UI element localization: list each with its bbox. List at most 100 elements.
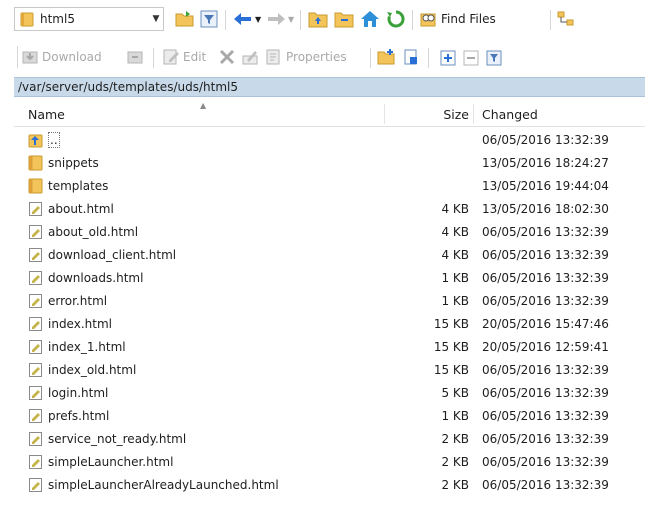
filter-icon xyxy=(200,10,218,28)
file-name-cell[interactable]: error.html xyxy=(28,289,107,312)
file-name-cell[interactable]: service_not_ready.html xyxy=(28,427,186,450)
edit-button[interactable]: Edit xyxy=(162,46,206,68)
column-size[interactable]: Size xyxy=(443,102,469,126)
back-dropdown[interactable]: ▼ xyxy=(255,8,261,30)
column-changed[interactable]: Changed xyxy=(482,102,538,126)
file-row[interactable]: download_client.html 4 KB 06/05/2016 13:32… xyxy=(14,243,645,266)
location-combo[interactable]: html5 ▼ xyxy=(14,7,164,31)
file-name-cell[interactable]: simpleLauncherAlreadyLaunched.html xyxy=(28,473,279,496)
file-size: 15 KB xyxy=(433,362,469,377)
download-options-button[interactable] xyxy=(126,46,144,68)
file-changed: 13/05/2016 19:44:04 xyxy=(482,178,609,193)
arrow-right-icon xyxy=(268,13,285,25)
file-name-cell[interactable]: .. xyxy=(28,128,60,151)
file-name-cell[interactable]: simpleLauncher.html xyxy=(28,450,173,473)
toolbar-separator xyxy=(550,10,551,30)
file-name-cell[interactable]: login.html xyxy=(28,381,108,404)
file-size: 2 KB xyxy=(441,477,469,492)
file-row[interactable]: snippets 13/05/2016 18:24:27 xyxy=(14,151,645,174)
file-size: 4 KB xyxy=(441,224,469,239)
find-files-button[interactable]: Find Files xyxy=(419,8,496,30)
filter-selection-button[interactable] xyxy=(486,47,502,69)
file-name-cell[interactable]: about_old.html xyxy=(28,220,138,243)
tree-view-button[interactable] xyxy=(557,8,575,30)
download-button[interactable]: Download xyxy=(21,46,102,68)
file-toolbar: Download Edit Properties xyxy=(0,40,645,74)
file-row[interactable]: login.html 5 KB 06/05/2016 13:32:39 xyxy=(14,381,645,404)
current-path-bar[interactable]: /var/server/uds/templates/uds/html5 xyxy=(14,77,645,97)
html-file-icon xyxy=(28,339,44,355)
column-divider[interactable] xyxy=(473,104,474,124)
file-row[interactable]: prefs.html 1 KB 06/05/2016 13:32:39 xyxy=(14,404,645,427)
chevron-down-icon[interactable]: ▼ xyxy=(288,15,294,24)
file-row[interactable]: about_old.html 4 KB 06/05/2016 13:32:39 xyxy=(14,220,645,243)
sort-ascending-icon: ▲ xyxy=(200,101,207,110)
file-row[interactable]: index_old.html 15 KB 06/05/2016 13:32:39 xyxy=(14,358,645,381)
file-row[interactable]: .. 06/05/2016 13:32:39 xyxy=(14,128,645,151)
forward-dropdown[interactable]: ▼ xyxy=(288,8,294,30)
folder-icon xyxy=(28,178,44,194)
new-file-button[interactable] xyxy=(402,46,420,68)
file-name: index.html xyxy=(48,316,112,331)
edit-icon xyxy=(163,49,179,65)
html-file-icon xyxy=(28,385,44,401)
forward-button[interactable] xyxy=(266,8,286,30)
parent-directory-button[interactable] xyxy=(308,8,328,30)
file-name: simpleLauncher.html xyxy=(48,454,174,469)
file-changed: 06/05/2016 13:32:39 xyxy=(482,477,609,492)
file-changed: 06/05/2016 13:32:39 xyxy=(482,362,609,377)
toolbar-separator xyxy=(370,48,371,68)
home-button[interactable] xyxy=(360,8,380,30)
file-row[interactable]: simpleLauncherAlreadyLaunched.html 2 KB 06… xyxy=(14,473,645,496)
html-file-icon xyxy=(28,477,44,493)
file-size: 1 KB xyxy=(441,293,469,308)
file-row[interactable]: service_not_ready.html 2 KB 06/05/2016 13:… xyxy=(14,427,645,450)
file-row[interactable]: index_1.html 15 KB 20/05/2016 12:59:41 xyxy=(14,335,645,358)
chevron-down-icon[interactable]: ▼ xyxy=(149,14,163,24)
file-name-cell[interactable]: downloads.html xyxy=(28,266,143,289)
file-name-cell[interactable]: prefs.html xyxy=(28,404,109,427)
file-name-cell[interactable]: index_old.html xyxy=(28,358,136,381)
file-row[interactable]: templates 13/05/2016 19:44:04 xyxy=(14,174,645,197)
file-row[interactable]: about.html 4 KB 13/05/2016 18:02:30 xyxy=(14,197,645,220)
file-name-cell[interactable]: snippets xyxy=(28,151,99,174)
file-name: index_1.html xyxy=(48,339,126,354)
new-file-icon xyxy=(404,49,417,65)
root-directory-button[interactable] xyxy=(334,8,354,30)
download-icon xyxy=(22,51,38,64)
file-name-cell[interactable]: index_1.html xyxy=(28,335,126,358)
filter-button[interactable] xyxy=(200,8,218,30)
file-row[interactable]: downloads.html 1 KB 06/05/2016 13:32:39 xyxy=(14,266,645,289)
select-files-button[interactable] xyxy=(440,47,456,69)
toolbar-separator xyxy=(225,10,226,30)
column-name-label: Name xyxy=(28,106,65,122)
current-path: /var/server/uds/templates/uds/html5 xyxy=(18,80,238,94)
html-file-icon xyxy=(28,362,44,378)
delete-button[interactable] xyxy=(219,46,235,68)
back-button[interactable] xyxy=(233,8,253,30)
file-name-cell[interactable]: download_client.html xyxy=(28,243,176,266)
tree-view-icon xyxy=(557,11,574,26)
file-row[interactable]: index.html 15 KB 20/05/2016 15:47:46 xyxy=(14,312,645,335)
chevron-down-icon[interactable]: ▼ xyxy=(255,15,261,24)
column-changed-label: Changed xyxy=(482,106,538,122)
rename-button[interactable] xyxy=(241,46,259,68)
file-changed: 06/05/2016 13:32:39 xyxy=(482,270,609,285)
new-folder-button[interactable] xyxy=(377,46,395,68)
file-size: 15 KB xyxy=(433,339,469,354)
column-name[interactable]: Name xyxy=(28,102,65,126)
toolbar-separator xyxy=(153,48,154,68)
refresh-button[interactable] xyxy=(386,8,406,30)
file-changed: 06/05/2016 13:32:39 xyxy=(482,224,609,239)
edit-label: Edit xyxy=(183,50,207,64)
file-name-cell[interactable]: index.html xyxy=(28,312,112,335)
file-name-cell[interactable]: about.html xyxy=(28,197,114,220)
open-folder-button[interactable] xyxy=(175,8,195,30)
column-divider[interactable] xyxy=(384,104,385,124)
properties-button[interactable]: Properties xyxy=(265,46,347,68)
unselect-files-button[interactable] xyxy=(463,47,479,69)
file-changed: 06/05/2016 13:32:39 xyxy=(482,431,609,446)
file-row[interactable]: error.html 1 KB 06/05/2016 13:32:39 xyxy=(14,289,645,312)
file-row[interactable]: simpleLauncher.html 2 KB 06/05/2016 13:32:… xyxy=(14,450,645,473)
file-name-cell[interactable]: templates xyxy=(28,174,108,197)
